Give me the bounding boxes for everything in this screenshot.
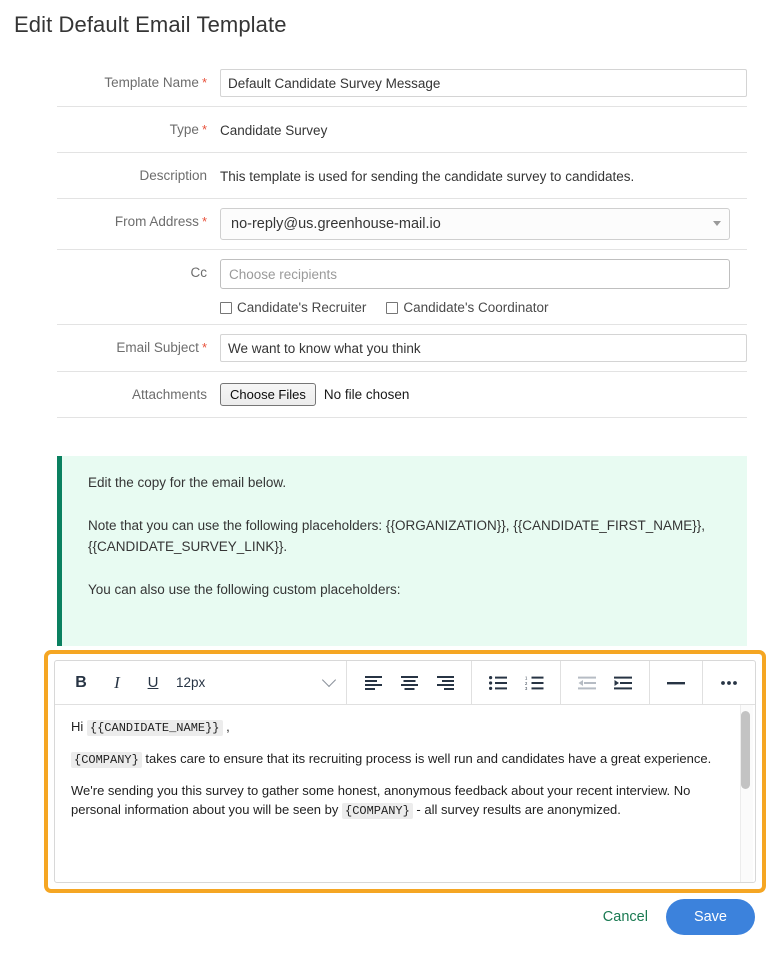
editor-highlight-box: B I U 12px 1 2 3 Hi {{CANDIDATE_NAME}} ,… (44, 650, 766, 893)
template-name-input[interactable] (220, 69, 747, 97)
font-size-selector[interactable]: 12px (170, 661, 347, 704)
form-row-description: Description This template is used for se… (57, 153, 747, 199)
horizontal-rule-icon[interactable] (659, 667, 693, 699)
save-button[interactable]: Save (665, 899, 755, 935)
checkbox-label-coordinator: Candidate's Coordinator (403, 300, 549, 315)
label-template-name-text: Template Name (104, 75, 199, 90)
form-row-cc: Cc Candidate's Recruiter Candidate's Coo… (57, 250, 747, 325)
cc-recipients-input[interactable] (220, 259, 730, 289)
svg-text:3: 3 (525, 686, 528, 690)
template-form: Template Name* Type* Candidate Survey De… (57, 60, 747, 418)
chevron-down-icon (321, 672, 337, 688)
no-file-chosen-text: No file chosen (323, 387, 410, 402)
toolbar-group-lists: 1 2 3 (472, 661, 561, 704)
editor-paragraph-company: {COMPANY} takes care to ensure that its … (71, 749, 739, 770)
editor-body[interactable]: Hi {{CANDIDATE_NAME}} , {COMPANY} takes … (55, 705, 755, 882)
label-description-text: Description (139, 168, 207, 183)
editor-toolbar: B I U 12px 1 2 3 (55, 661, 755, 705)
svg-text:1: 1 (525, 676, 528, 681)
label-cc-text: Cc (190, 265, 208, 280)
form-row-type: Type * Candidate Survey (57, 107, 747, 153)
label-cc: Cc (57, 259, 208, 281)
from-address-selected-value[interactable]: no-reply@us.greenhouse-mail.io (220, 208, 730, 240)
label-from-address-text: From Address (114, 214, 199, 229)
chevron-down-icon (713, 221, 721, 226)
bold-icon[interactable]: B (64, 667, 98, 699)
greeting-suffix: , (222, 719, 230, 734)
cc-checkbox-row: Candidate's Recruiter Candidate's Coordi… (220, 300, 747, 315)
editor-paragraph-greeting: Hi {{CANDIDATE_NAME}} , (71, 717, 739, 738)
label-description: Description (57, 162, 207, 184)
control-cc: Candidate's Recruiter Candidate's Coordi… (207, 259, 747, 315)
form-footer: Cancel Save (0, 899, 784, 935)
type-value: Candidate Survey (220, 123, 328, 138)
checkbox-icon-coordinator[interactable] (386, 301, 399, 314)
editor-scrollbar-thumb[interactable] (741, 711, 750, 789)
label-email-subject: Email Subject * (57, 334, 207, 356)
label-from-address: From Address * (57, 208, 207, 230)
form-row-attachments: Attachments Choose Files No file chosen (57, 372, 747, 418)
placeholder-candidate-name: {{CANDIDATE_NAME}} (86, 720, 223, 736)
greeting-prefix: Hi (71, 719, 87, 734)
label-attachments: Attachments (57, 381, 207, 403)
bullet-list-icon[interactable] (481, 667, 515, 699)
page-title: Edit Default Email Template (14, 12, 287, 37)
checkbox-candidates-recruiter[interactable]: Candidate's Recruiter (220, 300, 366, 315)
toolbar-group-text-style: B I U (55, 661, 170, 704)
editor-paragraph-survey: We're sending you this survey to gather … (71, 781, 739, 821)
checkbox-candidates-coordinator[interactable]: Candidate's Coordinator (386, 300, 549, 315)
label-type-text: Type (169, 122, 199, 137)
choose-files-button[interactable]: Choose Files (220, 383, 316, 406)
info-panel: Edit the copy for the email below. Note … (57, 456, 747, 646)
indent-icon[interactable] (606, 667, 640, 699)
form-row-template-name: Template Name * (57, 60, 747, 107)
outdent-icon[interactable] (570, 667, 604, 699)
description-value: This template is used for sending the ca… (220, 169, 635, 184)
toolbar-group-more (703, 661, 755, 704)
font-size-value: 12px (176, 675, 206, 690)
placeholder-company-1: {COMPANY} (71, 752, 142, 768)
italic-icon[interactable]: I (100, 667, 134, 699)
placeholder-company-2: {COMPANY} (342, 803, 413, 819)
numbered-list-icon[interactable]: 1 2 3 (517, 667, 551, 699)
info-paragraph-1: Edit the copy for the email below. (88, 475, 287, 490)
checkbox-icon-recruiter[interactable] (220, 301, 232, 314)
control-attachments: Choose Files No file chosen (207, 381, 747, 406)
control-email-subject (207, 334, 747, 362)
file-picker: Choose Files No file chosen (220, 381, 747, 406)
control-type: Candidate Survey (207, 116, 747, 140)
info-paragraph-2: Note that you can use the following plac… (88, 518, 706, 554)
cancel-button[interactable]: Cancel (603, 909, 648, 925)
control-template-name (207, 69, 747, 97)
align-center-icon[interactable] (392, 667, 426, 699)
toolbar-group-rule (650, 661, 703, 704)
info-paragraph-3: You can also use the following custom pl… (88, 582, 401, 597)
label-type: Type * (57, 116, 207, 138)
survey-text-part-2: - all survey results are anonymized. (412, 802, 621, 817)
form-row-email-subject: Email Subject * (57, 325, 747, 372)
label-template-name: Template Name * (57, 69, 207, 91)
label-email-subject-text: Email Subject (116, 340, 199, 355)
form-row-from-address: From Address * no-reply@us.greenhouse-mai… (57, 199, 747, 250)
editor-scrollbar-track[interactable] (740, 705, 753, 882)
toolbar-group-indent (561, 661, 650, 704)
control-description: This template is used for sending the ca… (207, 162, 747, 186)
rich-text-editor[interactable]: B I U 12px 1 2 3 Hi {{CANDIDATE_NAME}} ,… (54, 660, 756, 883)
from-address-select[interactable]: no-reply@us.greenhouse-mail.io (220, 208, 730, 240)
label-attachments-text: Attachments (131, 387, 207, 402)
company-sentence: takes care to ensure that its recruiting… (141, 751, 712, 766)
align-left-icon[interactable] (356, 667, 390, 699)
control-from-address: no-reply@us.greenhouse-mail.io (207, 208, 747, 240)
toolbar-group-alignment (347, 661, 472, 704)
more-options-icon[interactable] (712, 667, 746, 699)
underline-icon[interactable]: U (136, 667, 170, 699)
align-right-icon[interactable] (428, 667, 462, 699)
checkbox-label-recruiter: Candidate's Recruiter (237, 300, 367, 315)
edit-email-template-page: Edit Default Email Template Template Nam… (0, 0, 784, 966)
email-subject-input[interactable] (220, 334, 747, 362)
